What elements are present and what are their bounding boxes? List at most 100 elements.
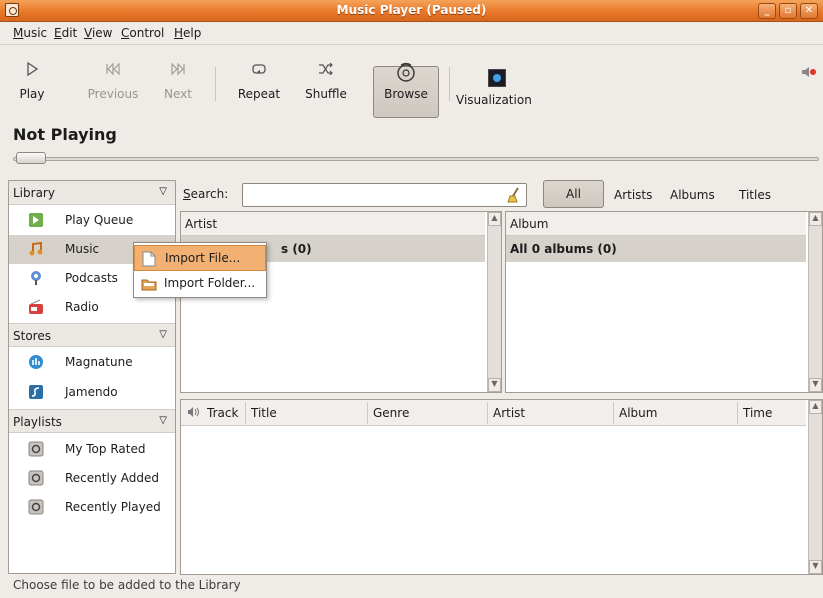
close-button[interactable]: ✕ (800, 3, 818, 19)
sidebar: Library ▽ Play Queue Music Podcasts Radi… (8, 180, 176, 574)
window-title: Music Player (Paused) (336, 3, 487, 17)
album-browser: Album All 0 albums (0) ▲ ▼ (505, 211, 823, 393)
sidebar-header-library[interactable]: Library ▽ (9, 181, 175, 205)
sidebar-item-label: Recently Added (65, 471, 159, 485)
scroll-up-arrow-icon[interactable]: ▲ (809, 212, 822, 226)
shuffle-button[interactable]: Shuffle (301, 61, 351, 101)
sidebar-item-jamendo[interactable]: Jamendo (9, 378, 175, 407)
play-icon (12, 61, 52, 87)
sidebar-item-label: My Top Rated (65, 442, 146, 456)
seek-thumb[interactable] (16, 152, 46, 164)
previous-icon (82, 61, 144, 87)
radio-icon (28, 299, 44, 315)
scroll-up-arrow-icon[interactable]: ▲ (809, 400, 822, 414)
browse-button-content[interactable]: Browse (376, 61, 436, 101)
context-menu: Import File... Import Folder... (133, 242, 267, 298)
import-folder-menu-item[interactable]: Import Folder... (134, 271, 266, 297)
clear-search-icon[interactable] (506, 187, 522, 203)
previous-label: Previous (87, 87, 139, 101)
play-label: Play (19, 87, 45, 101)
sidebar-item-magnatune[interactable]: Magnatune (9, 348, 175, 377)
browse-icon (376, 61, 436, 87)
search-input[interactable] (242, 183, 527, 207)
filter-all-button[interactable]: All (543, 180, 604, 208)
sidebar-item-label: Play Queue (65, 213, 134, 227)
shuffle-icon (301, 61, 351, 87)
status-bar: Choose file to be added to the Library (13, 578, 241, 592)
sidebar-header-label: Library (13, 186, 55, 200)
sidebar-item-play-queue[interactable]: Play Queue (9, 206, 175, 235)
album-all-row[interactable]: All 0 albums (0) (506, 236, 806, 262)
scroll-down-arrow-icon[interactable]: ▼ (809, 560, 822, 574)
toolbar-separator (449, 67, 450, 101)
menu-edit[interactable]: Edit (54, 26, 77, 40)
menu-music[interactable]: Music (13, 26, 47, 40)
track-list-header: Track Title Genre Artist Album Time (181, 400, 806, 426)
repeat-label: Repeat (237, 87, 281, 101)
sidebar-header-stores[interactable]: Stores ▽ (9, 323, 175, 347)
next-icon (160, 61, 196, 87)
artist-column-header[interactable]: Artist (181, 212, 485, 236)
sidebar-item-recently-played[interactable]: Recently Played (9, 493, 175, 522)
menu-music-label: usic (23, 26, 48, 40)
menu-view[interactable]: View (84, 26, 112, 40)
sidebar-header-playlists[interactable]: Playlists ▽ (9, 409, 175, 433)
menu-control[interactable]: Control (121, 26, 164, 40)
menu-help[interactable]: Help (174, 26, 201, 40)
track-list: Track Title Genre Artist Album Time ▲ ▼ (180, 399, 823, 575)
sidebar-item-label: Magnatune (65, 355, 133, 369)
visualization-button[interactable]: Visualization (456, 93, 540, 107)
artist-browser: Artist s (0) ▲ ▼ (180, 211, 502, 393)
collapse-triangle-icon[interactable]: ▽ (159, 329, 167, 340)
column-genre[interactable]: Genre (373, 406, 409, 420)
scroll-up-arrow-icon[interactable]: ▲ (488, 212, 501, 226)
collapse-triangle-icon[interactable]: ▽ (159, 415, 167, 426)
minimize-button[interactable]: _ (758, 3, 776, 19)
import-file-label: Import File... (165, 251, 241, 265)
jamendo-icon (28, 384, 44, 400)
sidebar-item-recently-added[interactable]: Recently Added (9, 464, 175, 493)
collapse-triangle-icon[interactable]: ▽ (159, 186, 167, 197)
next-button[interactable]: Next (160, 61, 196, 101)
column-title[interactable]: Title (251, 406, 277, 420)
previous-button[interactable]: Previous (82, 61, 144, 101)
import-file-menu-item[interactable]: Import File... (134, 245, 266, 271)
menu-bar: Music Edit View Control Help (0, 22, 823, 44)
smart-playlist-icon (28, 499, 44, 515)
sidebar-item-label: Music (65, 242, 100, 256)
search-label: Search: (183, 187, 229, 201)
column-album[interactable]: Album (619, 406, 657, 420)
album-scrollbar[interactable]: ▲ ▼ (808, 212, 822, 392)
column-track[interactable]: Track (207, 406, 238, 420)
filter-albums-button[interactable]: Albums (670, 188, 715, 202)
artist-scrollbar[interactable]: ▲ ▼ (487, 212, 501, 392)
toolbar-separator (215, 67, 216, 101)
file-icon (142, 251, 156, 267)
shuffle-label: Shuffle (305, 87, 347, 101)
volume-muted-icon[interactable] (801, 65, 816, 77)
sidebar-item-label: Jamendo (65, 385, 118, 399)
seek-bar[interactable] (13, 157, 819, 161)
column-time[interactable]: Time (743, 406, 772, 420)
repeat-button[interactable]: Repeat (234, 61, 284, 101)
album-column-header[interactable]: Album (506, 212, 806, 236)
sidebar-item-label: Radio (65, 300, 99, 314)
track-list-scrollbar[interactable]: ▲ ▼ (808, 400, 822, 574)
repeat-icon (234, 61, 284, 87)
column-artist[interactable]: Artist (493, 406, 525, 420)
filter-titles-button[interactable]: Titles (739, 188, 771, 202)
sidebar-item-label: Recently Played (65, 500, 161, 514)
now-playing-title: Not Playing (13, 125, 117, 144)
browse-label: Browse (384, 87, 428, 101)
import-folder-label: Import Folder... (164, 276, 256, 290)
playing-indicator-icon (187, 406, 199, 421)
filter-artists-button[interactable]: Artists (614, 188, 652, 202)
sidebar-header-label: Stores (13, 329, 51, 343)
maximize-button[interactable]: ▫ (779, 3, 797, 19)
folder-icon (141, 276, 157, 292)
scroll-down-arrow-icon[interactable]: ▼ (488, 378, 501, 392)
sidebar-header-label: Playlists (13, 415, 62, 429)
scroll-down-arrow-icon[interactable]: ▼ (809, 378, 822, 392)
sidebar-item-my-top-rated[interactable]: My Top Rated (9, 435, 175, 464)
play-button[interactable]: Play (12, 61, 52, 101)
